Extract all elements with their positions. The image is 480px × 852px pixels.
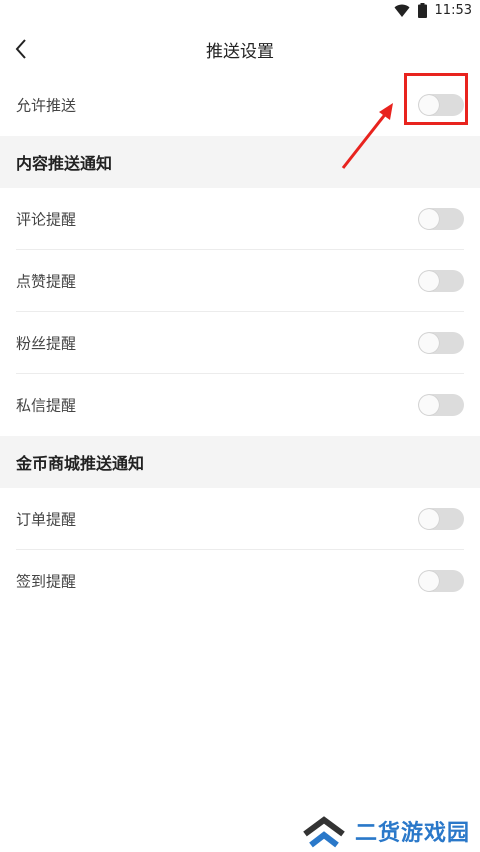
fans-toggle[interactable]: [418, 332, 464, 354]
setting-row-like: 点赞提醒: [0, 250, 480, 312]
allow-push-label: 允许推送: [16, 96, 77, 115]
status-icons: 11:53: [394, 3, 472, 18]
watermark-text: 二货游戏园: [354, 821, 470, 846]
annotation-arrow-icon: [341, 103, 393, 169]
toggle-knob: [419, 509, 439, 529]
toggle-knob: [419, 333, 439, 353]
section-header-content: 内容推送通知: [0, 136, 480, 188]
toggle-knob: [419, 571, 439, 591]
like-toggle[interactable]: [418, 270, 464, 292]
setting-row-message: 私信提醒: [0, 374, 480, 436]
checkin-toggle[interactable]: [418, 570, 464, 592]
setting-label: 评论提醒: [16, 210, 77, 229]
order-toggle[interactable]: [418, 508, 464, 530]
setting-row-fans: 粉丝提醒: [0, 312, 480, 374]
status-time: 11:53: [434, 3, 472, 18]
setting-label: 私信提醒: [16, 396, 77, 415]
setting-row-checkin: 签到提醒: [0, 550, 480, 612]
comment-toggle[interactable]: [418, 208, 464, 230]
battery-icon: [417, 3, 427, 18]
message-toggle[interactable]: [418, 394, 464, 416]
wifi-icon: [394, 4, 410, 17]
section-title: 内容推送通知: [16, 154, 113, 173]
annotation-highlight-box: [404, 73, 468, 125]
setting-row-comment: 评论提醒: [0, 188, 480, 250]
setting-label: 订单提醒: [16, 510, 77, 529]
toggle-knob: [419, 271, 439, 291]
setting-label: 点赞提醒: [16, 272, 77, 291]
section-title: 金币商城推送通知: [16, 454, 145, 473]
setting-label: 签到提醒: [16, 572, 77, 591]
double-chevron-up-icon: [303, 816, 345, 848]
status-bar: 11:53: [0, 0, 480, 24]
page-title: 推送设置: [206, 42, 274, 62]
section-header-mall: 金币商城推送通知: [0, 436, 480, 488]
setting-label: 粉丝提醒: [16, 334, 77, 353]
watermark: 二货游戏园: [301, 814, 470, 848]
setting-row-order: 订单提醒: [0, 488, 480, 550]
toggle-knob: [419, 395, 439, 415]
toggle-knob: [419, 209, 439, 229]
nav-bar: 推送设置: [0, 24, 480, 74]
